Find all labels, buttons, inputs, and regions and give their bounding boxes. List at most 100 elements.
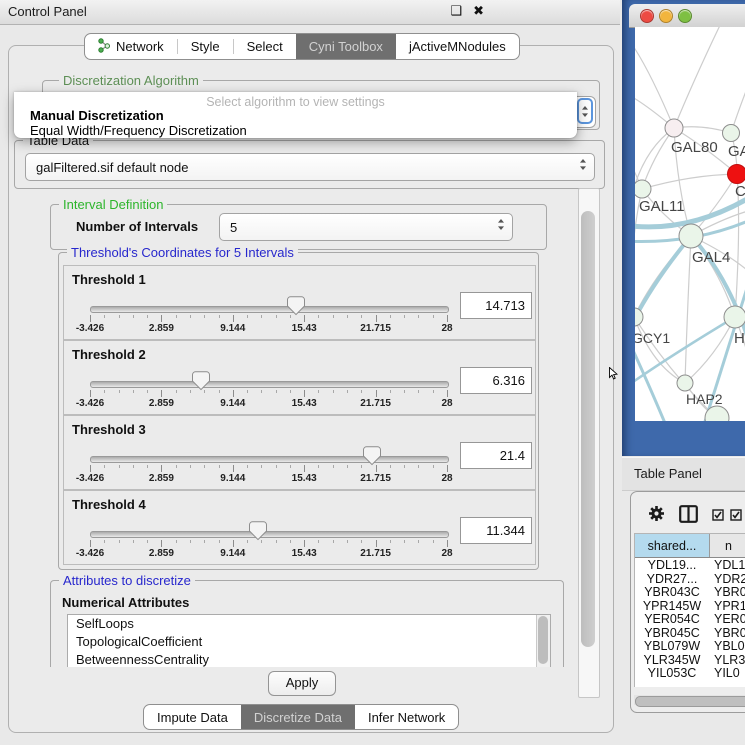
tick-mark [390,540,391,543]
threshold-slider-thumb[interactable] [249,521,267,541]
node-label: GAL11 [639,198,685,215]
tab-cyni-toolbox[interactable]: Cyni Toolbox [296,34,396,59]
threshold-coordinates-group: Threshold's Coordinates for 5 Intervals … [58,252,539,570]
network-edge[interactable] [635,35,674,128]
tab-label: jActiveMNodules [409,39,506,54]
panel-vertical-scrollbar[interactable] [578,188,600,698]
dropdown-option-equal-width-frequency[interactable]: Equal Width/Frequency Discretization [17,123,574,138]
gear-icon[interactable] [648,505,665,527]
attribute-list-item[interactable]: SelfLoops [68,615,550,633]
table-row[interactable]: YLR345WYLR3 [635,653,745,667]
float-window-icon[interactable]: ❑ [450,3,462,19]
network-edge[interactable] [642,174,737,189]
threshold-slider-track[interactable] [90,531,449,538]
cell-shared-name[interactable]: YBR043C [635,585,710,599]
threshold-1-panel: Threshold 1 -3.4262.8599.14415.4321.7152… [63,265,536,340]
attributes-list-scrollbar[interactable] [536,615,550,667]
close-icon[interactable]: ✖ [473,3,484,19]
cell-shared-name[interactable]: YER054C [635,612,710,626]
table-row[interactable]: YER054CYER0 [635,612,745,626]
table-row[interactable]: YBR045CYBR0 [635,626,745,640]
tab-select[interactable]: Select [234,34,296,59]
table-row[interactable]: YDR27...YDR2 [635,572,745,586]
network-node[interactable] [677,375,693,391]
network-node[interactable] [635,308,643,326]
attribute-list-item[interactable]: BetweennessCentrality [68,651,550,667]
table-horizontal-scrollbar[interactable] [634,695,745,705]
cell-name[interactable]: YPR1 [710,599,745,613]
checked-columns-icon[interactable] [712,508,742,526]
threshold-slider-thumb[interactable] [192,371,210,391]
tab-discretize-data[interactable]: Discretize Data [241,705,355,729]
cell-name[interactable]: YER0 [710,612,745,626]
apply-button[interactable]: Apply [268,671,336,696]
cell-name[interactable]: YDL1 [710,558,745,572]
cell-name[interactable]: YBR0 [710,626,745,640]
network-node[interactable] [665,119,683,137]
threshold-value-field[interactable]: 14.713 [460,292,532,319]
cell-name[interactable]: YBL0 [710,639,745,653]
network-edge-thick[interactable] [635,236,691,342]
network-node[interactable] [635,180,651,198]
tab-impute-data[interactable]: Impute Data [144,705,241,729]
split-view-icon[interactable] [679,505,698,528]
threshold-value-field[interactable]: 6.316 [460,367,532,394]
threshold-slider-thumb[interactable] [363,446,381,466]
tick-mark [147,540,148,543]
threshold-value-field[interactable]: 11.344 [460,517,532,544]
network-node[interactable] [679,224,703,248]
mac-close-icon[interactable] [640,9,654,23]
column-header-shared-name[interactable]: shared... [635,534,710,557]
cell-shared-name[interactable]: YBL079W [635,639,710,653]
tick-mark [276,465,277,468]
cell-name[interactable]: YDR2 [710,572,745,586]
table-row[interactable]: YDL19...YDL1 [635,558,745,572]
cell-shared-name[interactable]: YLR345W [635,653,710,667]
cell-shared-name[interactable]: YPR145W [635,599,710,613]
mac-zoom-icon[interactable] [678,9,692,23]
table-row[interactable]: YPR145WYPR1 [635,599,745,613]
scrollbar-thumb[interactable] [581,211,595,647]
tick-label: 2.859 [149,398,174,409]
numerical-attributes-list[interactable]: SelfLoopsTopologicalCoefficientBetweenne… [67,614,551,667]
tab-network[interactable]: Network [85,34,177,59]
network-node[interactable] [728,165,745,184]
tab-style[interactable]: Style [178,34,233,59]
threshold-slider-track[interactable] [90,456,449,463]
cell-shared-name[interactable]: YDR27... [635,572,710,586]
mac-minimize-icon[interactable] [659,9,673,23]
network-edge[interactable] [674,27,723,128]
network-node[interactable] [724,306,745,328]
number-of-intervals-combobox[interactable]: 5 [219,213,513,241]
scrollbar-thumb[interactable] [635,696,745,707]
table-row[interactable]: YBR043CYBR0 [635,585,745,599]
network-canvas[interactable]: GAL80GACGAL11GAL4GCY1HHAP2 [635,27,745,421]
table-data-combobox[interactable]: galFiltered.sif default node [25,153,595,181]
threshold-slider-track[interactable] [90,381,449,388]
table-row[interactable]: YBL079WYBL0 [635,639,745,653]
tick-mark [418,465,419,468]
cell-shared-name[interactable]: YBR045C [635,626,710,640]
network-edge[interactable] [731,69,745,133]
cell-name[interactable]: YBR0 [710,585,745,599]
threshold-slider-track[interactable] [90,306,449,313]
slider-ticks [90,465,447,473]
cell-name[interactable]: YIL0 [710,666,745,680]
cell-shared-name[interactable]: YIL053C [635,666,710,680]
threshold-slider-thumb[interactable] [287,296,305,316]
cell-shared-name[interactable]: YDL19... [635,558,710,572]
tick-mark [204,390,205,393]
cell-name[interactable]: YLR3 [710,653,745,667]
threshold-value-field[interactable]: 21.4 [460,442,532,469]
tab-infer-network[interactable]: Infer Network [355,705,458,729]
attribute-list-item[interactable]: TopologicalCoefficient [68,633,550,651]
network-edge[interactable] [685,236,691,383]
tab-jactivemnodules[interactable]: jActiveMNodules [396,34,519,59]
column-header-name[interactable]: n [710,534,745,557]
dropdown-option-manual-discretization[interactable]: Manual Discretization [17,108,574,123]
scrollbar-thumb[interactable] [538,616,548,664]
algorithm-combobox-spinner[interactable] [577,98,593,124]
network-node[interactable] [723,125,740,142]
table-row[interactable]: YIL053CYIL0 [635,666,745,680]
node-table[interactable]: shared... n YDL19...YDL1YDR27...YDR2YBR0… [634,533,745,687]
